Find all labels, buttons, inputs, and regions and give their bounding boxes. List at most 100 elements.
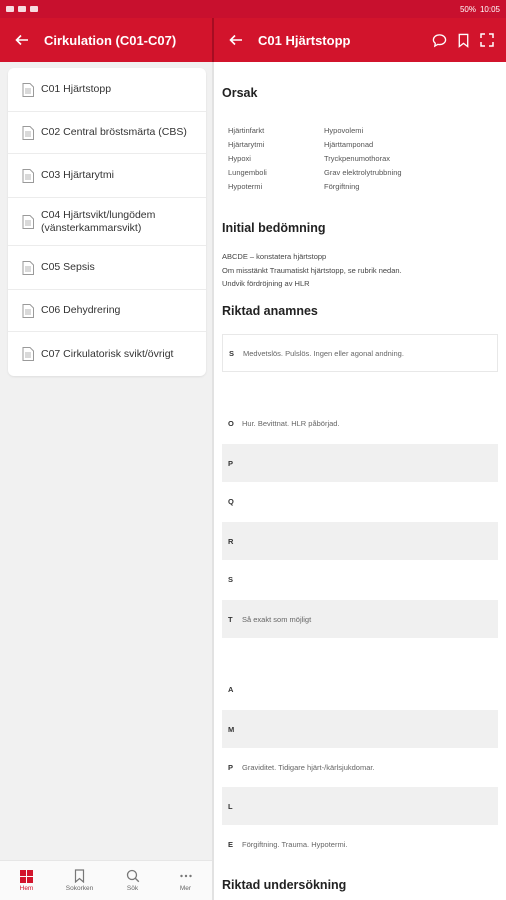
list-item-label: C05 Sepsis	[41, 261, 95, 273]
document-icon	[22, 82, 34, 97]
row-letter: T	[228, 614, 233, 624]
list-item-label: C03 Hjärtarytmi	[41, 169, 114, 181]
bottom-navigation: Hem Sokorken Sök Mer	[0, 860, 212, 900]
left-title: Cirkulation (C01-C07)	[44, 32, 177, 48]
section-heading-undersokning: Riktad undersökning	[222, 878, 347, 892]
bookmark-icon	[458, 33, 468, 48]
cause-item: Hjärtinfarkt	[228, 126, 265, 135]
row-text: Hur. Bevittnat. HLR påbörjad.	[242, 418, 340, 428]
fullscreen-icon	[480, 33, 494, 47]
back-button[interactable]	[0, 18, 44, 62]
notification-icon	[18, 6, 26, 12]
cause-item: Hypovolemi	[324, 126, 364, 135]
document-icon	[22, 347, 34, 361]
document-icon	[22, 125, 34, 140]
causes-left-column: Hjärtinfarkt Hjärtarytmi Hypoxi Lungembo…	[228, 124, 267, 194]
cause-item: Hypoxi	[228, 154, 251, 163]
anamnes-row: S Medvetslös. Pulslös. Ingen eller agona…	[222, 334, 498, 372]
list-item-label: C02 Central bröstsmärta (CBS)	[41, 126, 187, 138]
section-heading-initial: Initial bedömning	[222, 221, 326, 235]
list-item[interactable]: C05 Sepsis	[8, 246, 206, 290]
list-item-label: C06 Dehydrering	[41, 304, 121, 316]
list-item[interactable]: C06 Dehydrering	[8, 290, 206, 332]
nav-label: Sokorken	[65, 885, 94, 892]
info-line: Undvik fördröjning av HLR	[222, 279, 310, 288]
ample-row: P Graviditet. Tidigare hjärt-/kärlsjukdo…	[222, 748, 498, 786]
time-text: 10:05	[479, 4, 500, 14]
nav-label: Mer	[179, 885, 192, 892]
row-letter: A	[228, 684, 234, 694]
row-letter: S	[229, 348, 235, 358]
nav-more[interactable]: Mer	[159, 861, 212, 900]
arrow-back-icon	[229, 34, 242, 46]
list-item-label: C04 Hjärtsvikt/lungödem (vänsterkammarsv…	[41, 208, 156, 234]
more-icon	[179, 874, 192, 878]
notification-icon	[6, 6, 14, 12]
section-heading-anamnes: Riktad anamnes	[222, 304, 318, 318]
bookmark-icon	[74, 869, 85, 883]
row-text: Förgiftning. Trauma. Hypotermi.	[242, 839, 348, 849]
row-letter: R	[228, 536, 234, 546]
fullscreen-button[interactable]	[478, 31, 496, 49]
nav-search[interactable]: Sök	[106, 861, 159, 900]
anamnes-row: Q	[222, 482, 498, 520]
anamnes-row: T Så exakt som möjligt	[222, 600, 498, 638]
row-text: Medvetslös. Pulslös. Ingen eller agonal …	[243, 348, 404, 358]
nav-label: Sök	[126, 885, 139, 892]
causes-right-column: Hypovolemi Hjärttamponad Tryckpenumothor…	[324, 124, 402, 194]
row-letter: L	[228, 801, 233, 811]
right-title: C01 Hjärtstopp	[258, 32, 351, 48]
nav-bookmarks[interactable]: Sokorken	[53, 861, 106, 900]
row-letter: Q	[228, 496, 234, 506]
anamnes-row: S	[222, 560, 498, 598]
nav-home[interactable]: Hem	[0, 861, 53, 900]
cause-item: Förgiftning	[324, 182, 360, 191]
ample-row: A	[222, 670, 498, 708]
back-button-right[interactable]	[214, 18, 258, 62]
list-item-label: C01 Hjärtstopp	[41, 83, 112, 95]
list-item[interactable]: C07 Cirkulatorisk svikt/övrigt	[8, 332, 206, 376]
chapter-list-panel: C01 Hjärtstopp C02 Central bröstsmärta (…	[0, 62, 212, 860]
row-letter: O	[228, 418, 234, 428]
notification-icon	[30, 6, 38, 12]
anamnes-row: P	[222, 444, 498, 482]
battery-text: 50%	[459, 4, 476, 14]
anamnes-row: O Hur. Bevittnat. HLR påbörjad.	[222, 404, 498, 442]
list-item[interactable]: C04 Hjärtsvikt/lungödem (vänsterkammarsv…	[8, 198, 206, 246]
ample-row: E Förgiftning. Trauma. Hypotermi.	[222, 825, 498, 863]
cause-item: Hypotermi	[228, 182, 263, 191]
document-icon	[22, 214, 34, 229]
cause-item: Lungemboli	[228, 168, 267, 177]
document-icon	[22, 260, 34, 275]
cause-item: Grav elektrolytrubbning	[324, 168, 402, 177]
row-letter: E	[228, 839, 234, 849]
initial-assessment-text: ABCDE – konstatera hjärtstopp Om misstän…	[222, 250, 402, 291]
row-letter: M	[228, 724, 235, 734]
chat-bubble-icon	[432, 33, 446, 47]
article-panel: Orsak Hjärtinfarkt Hjärtarytmi Hypoxi Lu…	[214, 62, 506, 900]
bookmark-button[interactable]	[454, 31, 472, 49]
chapter-list: C01 Hjärtstopp C02 Central bröstsmärta (…	[8, 68, 206, 376]
right-app-bar: C01 Hjärtstopp	[214, 18, 506, 62]
list-item[interactable]: C02 Central bröstsmärta (CBS)	[8, 112, 206, 154]
row-letter: P	[228, 762, 234, 772]
row-text: Graviditet. Tidigare hjärt-/kärlsjukdoma…	[242, 762, 375, 772]
anamnes-row: R	[222, 522, 498, 560]
list-item[interactable]: C03 Hjärtarytmi	[8, 154, 206, 198]
document-icon	[22, 168, 34, 183]
comment-button[interactable]	[430, 31, 448, 49]
info-line: Om misstänkt Traumatiskt hjärtstopp, se …	[222, 265, 402, 275]
search-icon	[126, 869, 139, 883]
row-text: Så exakt som möjligt	[242, 614, 312, 624]
ample-row: M	[222, 710, 498, 748]
section-heading-orsak: Orsak	[222, 86, 258, 100]
notification-icons	[6, 6, 38, 12]
list-item-label: C07 Cirkulatorisk svikt/övrigt	[41, 347, 174, 360]
cause-item: Tryckpenumothorax	[324, 154, 390, 163]
status-bar: 50% 10:05	[0, 0, 506, 18]
arrow-back-icon	[15, 34, 28, 46]
list-item[interactable]: C01 Hjärtstopp	[8, 68, 206, 112]
cause-item: Hjärttamponad	[324, 140, 374, 149]
cause-item: Hjärtarytmi	[228, 140, 265, 149]
info-line: ABCDE – konstatera hjärtstopp	[222, 252, 327, 261]
